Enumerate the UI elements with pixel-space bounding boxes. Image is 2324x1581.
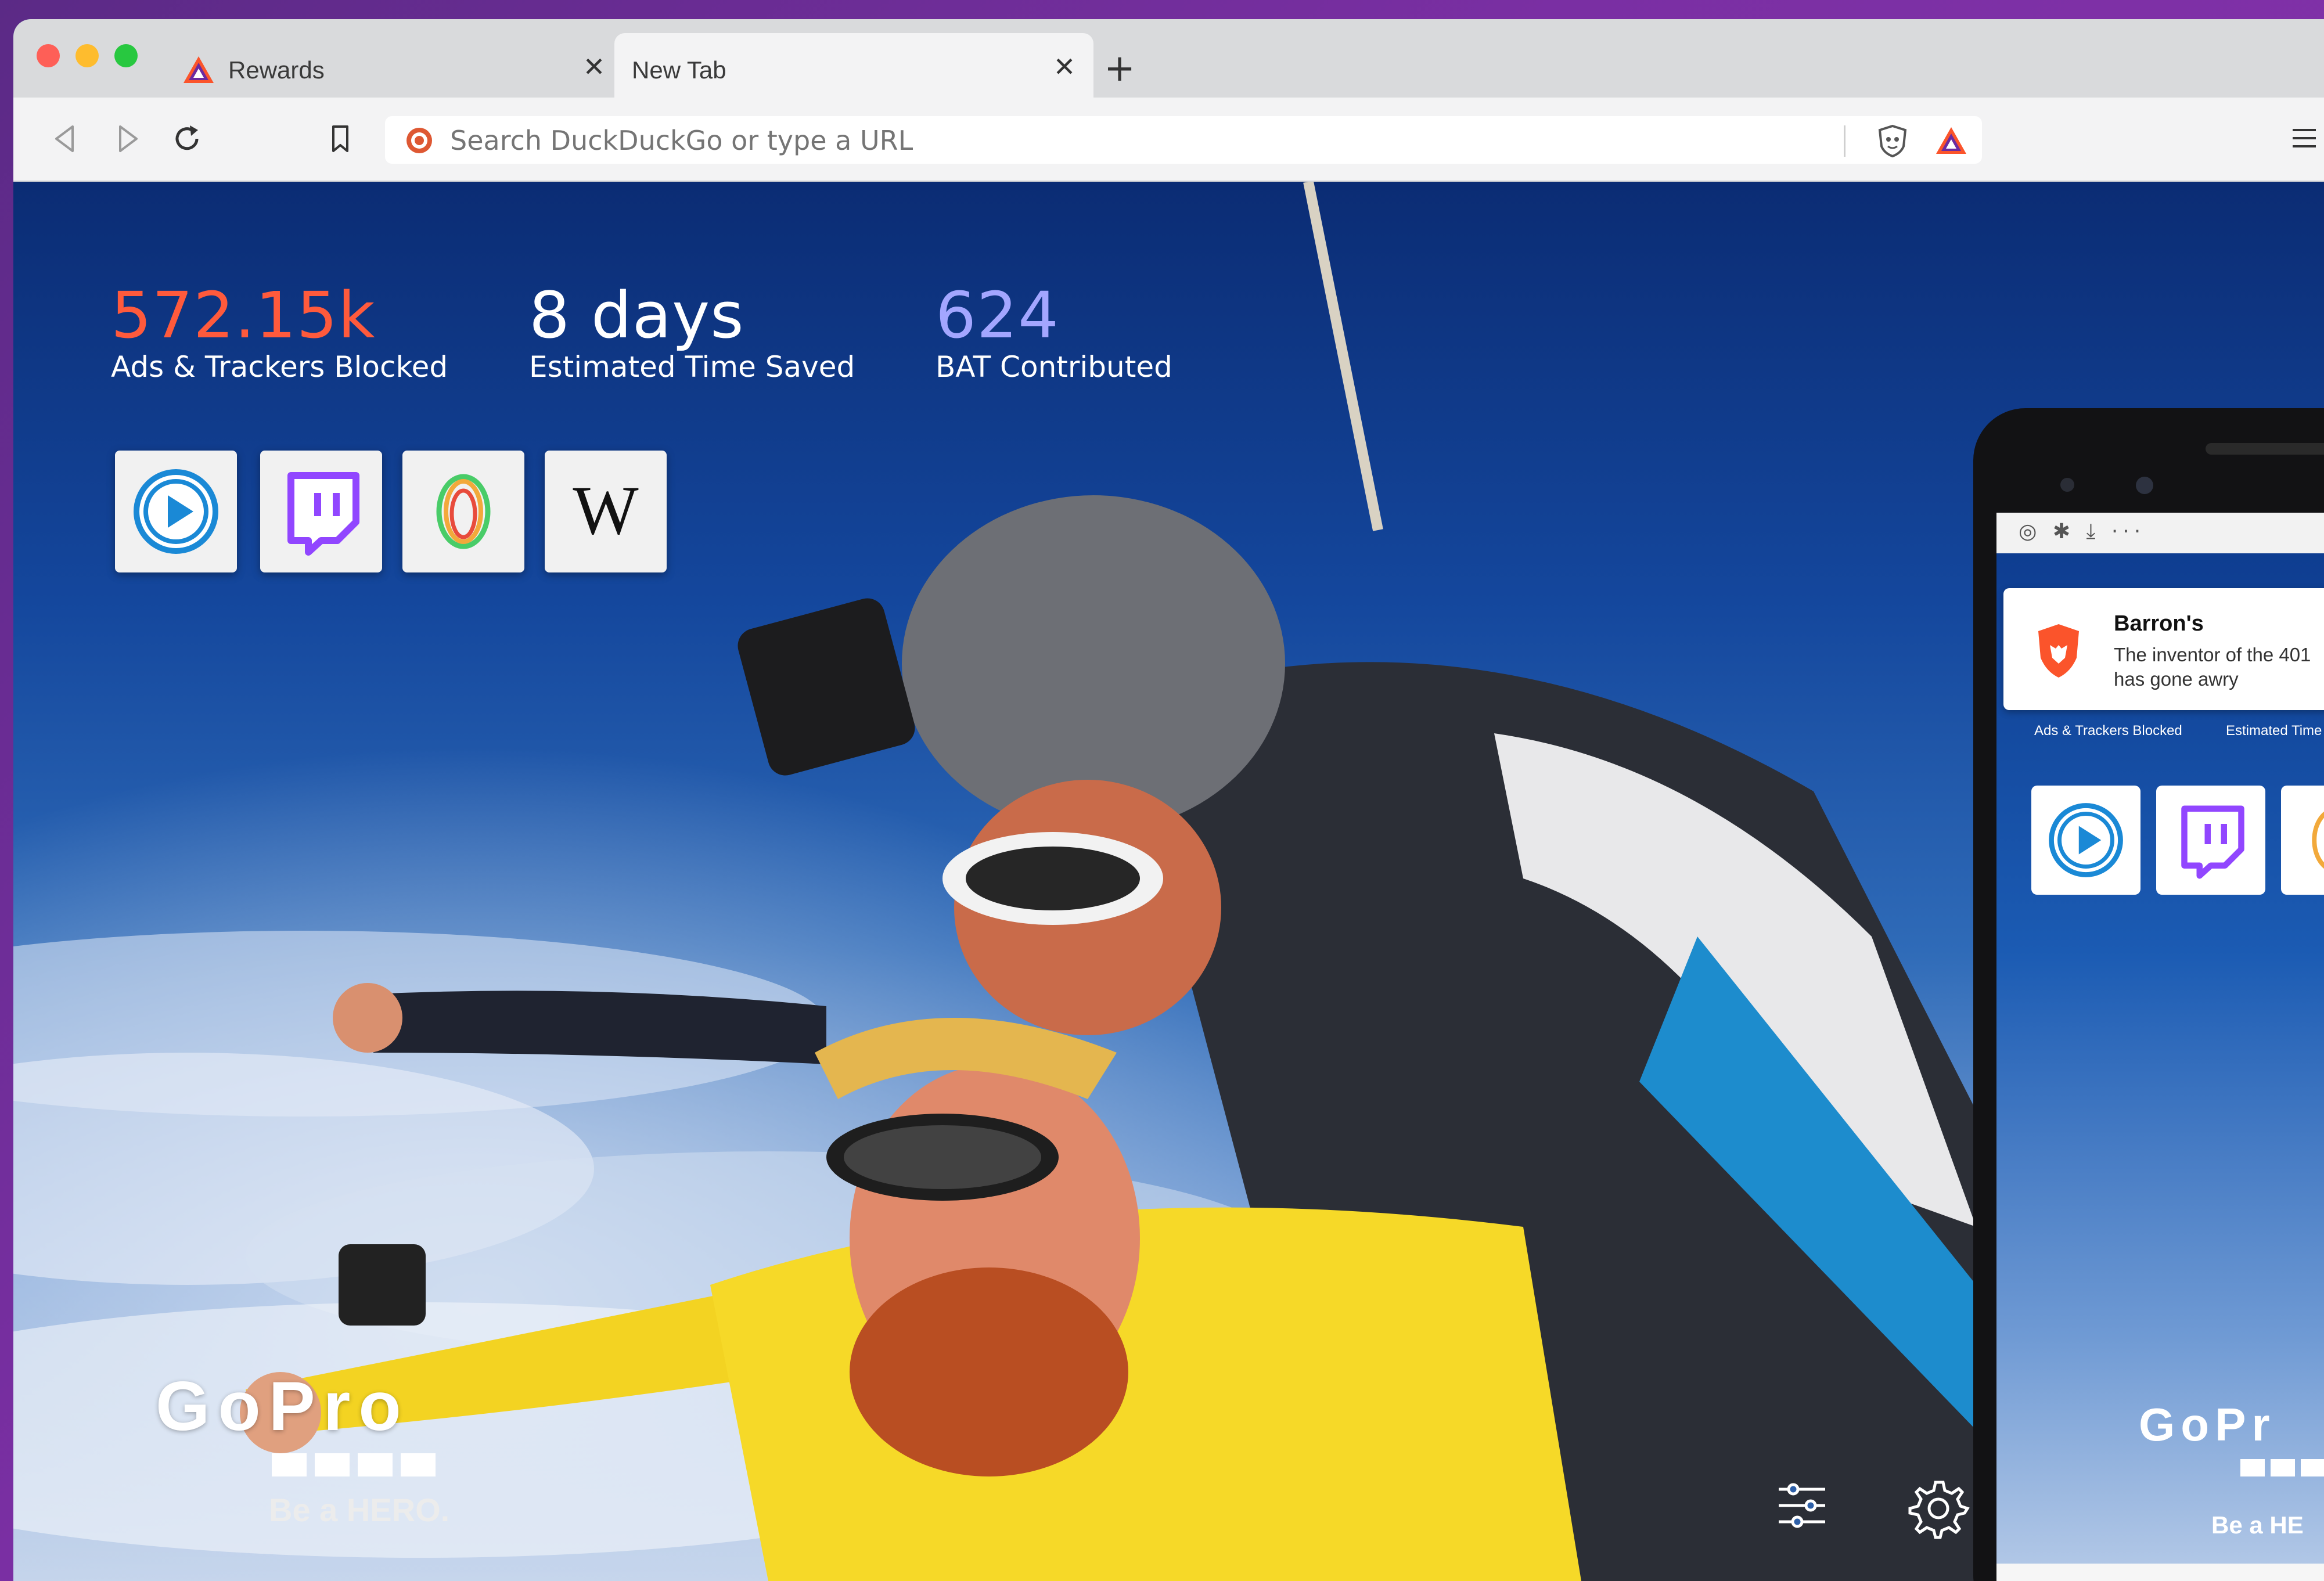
brave-ad-notification[interactable]: Barron's The inventor of the 401 has gon… [2003,588,2324,710]
play-icon [134,469,218,554]
bat-contributed-value: 624 [936,278,1059,352]
phone-sponsor-logo-squares [2240,1459,2324,1479]
phone-speaker [2206,443,2324,455]
toolbar [13,98,2324,182]
bat-contributed-label: BAT Contributed [936,350,1172,384]
top-site-tile[interactable] [402,451,524,572]
phone-status-icons: ◎ ✱ ⤓ ··· [2019,520,2146,543]
time-saved-label: Estimated Time Saved [529,350,855,384]
browser-window: Rewards ✕ New Tab ✕ + Search DuckDuckGo … [13,19,2324,1581]
url-input[interactable] [449,124,1845,157]
phone-bottom-bar [1996,1564,2324,1581]
top-site-tile[interactable] [115,451,237,572]
stat-ads-blocked: 572.15k Ads & Trackers Blocked [111,280,448,384]
reload-icon[interactable] [168,120,206,158]
svg-text:W: W [573,471,639,549]
tab-rewards[interactable]: Rewards ✕ [159,33,623,98]
phone-top-site-tile[interactable] [2031,786,2140,895]
address-bar[interactable] [385,116,1982,164]
minimize-window-button[interactable] [75,44,99,67]
brave-rewards-icon [184,56,214,83]
phone-sensor [2060,478,2074,492]
stat-bat-contributed: 624 BAT Contributed [936,280,1172,384]
phone-ads-label: Ads & Trackers Blocked [2034,723,2182,739]
ads-blocked-label: Ads & Trackers Blocked [111,350,448,384]
phone-top-site-tile[interactable] [2156,786,2265,895]
brave-lion-icon [2038,624,2079,678]
phone-status-bar: ◎ ✱ ⤓ ··· [1996,513,2324,553]
phone-sponsor-logo: GoPr [2139,1399,2276,1450]
phone-sponsor-tagline: Be a HE [2211,1511,2304,1539]
phone-camera [2136,477,2153,494]
tab-label: New Tab [632,56,726,84]
top-site-tile[interactable] [260,451,382,572]
tab-new-tab[interactable]: New Tab ✕ [614,33,1093,98]
notification-body: has gone awry [2114,668,2239,690]
new-tab-button[interactable]: + [1099,49,1140,90]
twitch-icon [287,472,359,556]
sponsor-logo-squares [272,1453,444,1479]
uphold-icon [2312,811,2324,869]
menu-icon[interactable] [2287,121,2322,156]
forward-icon[interactable] [107,120,146,158]
phone-top-site-tile[interactable] [2281,786,2324,895]
time-saved-value: 8 days [529,278,744,352]
wikipedia-icon: W [573,471,639,549]
sponsor-logo[interactable]: GoPro [156,1366,444,1479]
twitch-icon [2181,805,2244,879]
notification-title: Barron's [2114,611,2204,636]
tab-label: Rewards [228,56,325,84]
zoom-window-button[interactable] [114,44,138,67]
brave-shield-icon[interactable] [1877,124,1908,158]
uphold-icon [436,474,491,549]
top-site-tile[interactable]: W [545,451,667,572]
back-icon[interactable] [47,120,85,158]
tab-strip: Rewards ✕ New Tab ✕ + [13,19,2324,98]
stat-time-saved: 8 days Estimated Time Saved [529,280,855,384]
phone-screen: ◎ ✱ ⤓ ··· Barron's The inventor of the 4… [1996,513,2324,1581]
phone-time-label: Estimated Time [2226,723,2322,739]
settings-gear-icon[interactable] [1906,1476,1970,1540]
play-icon [2049,803,2123,877]
ads-blocked-value: 572.15k [111,278,376,352]
sponsor-logo-text: GoPro [156,1367,409,1445]
notification-body: The inventor of the 401 [2114,644,2311,665]
bookmark-icon[interactable] [321,120,359,158]
brave-rewards-icon[interactable] [1934,125,1968,156]
close-tab-icon[interactable]: ✕ [578,51,610,83]
customize-sliders-icon[interactable] [1773,1476,1831,1535]
address-bar-divider [1844,125,1845,157]
phone-mockup: ◎ ✱ ⤓ ··· Barron's The inventor of the 4… [1973,408,2324,1581]
close-tab-icon[interactable]: ✕ [1048,51,1081,83]
duckduckgo-icon [406,128,432,153]
close-window-button[interactable] [37,44,60,67]
sponsor-tagline: Be a HERO. [269,1492,450,1528]
